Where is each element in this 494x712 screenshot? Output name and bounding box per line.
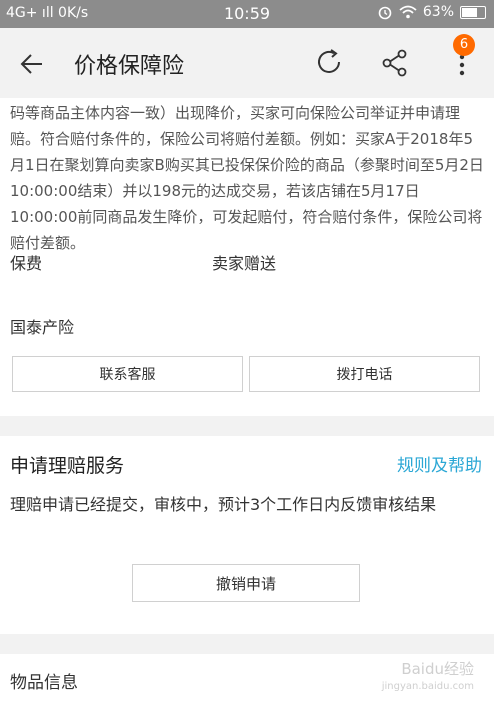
call-phone-button[interactable]: 拨打电话 [249,356,480,392]
notification-badge: 6 [453,34,475,56]
item-info-title: 物品信息 [10,673,78,693]
insurance-info-card: 码等商品主体内容一致）出现降价，买家可向保险公司举证并申请理赔。符合赔付条件的，… [0,98,494,416]
wifi-icon [399,5,417,19]
fee-value: 卖家赠送 [212,254,277,273]
back-arrow-icon[interactable] [18,50,46,78]
battery-percent: 63% [422,4,454,20]
page-title: 价格保障险 [74,54,185,79]
insurance-description: 码等商品主体内容一致）出现降价，买家可向保险公司举证并申请理赔。符合赔付条件的，… [10,104,484,252]
watermark-brand: Baidu经验 [401,660,474,678]
share-icon[interactable] [380,48,410,78]
watermark-url: jingyan.baidu.com [381,681,474,692]
claim-section-title: 申请理赔服务 [10,455,125,477]
refresh-icon[interactable] [313,46,345,78]
contact-service-button[interactable]: 联系客服 [12,356,243,392]
status-bar: 4G+ ıll 0K/s 10:59 63% [0,0,494,28]
cancel-claim-button[interactable]: 撤销申请 [132,564,360,602]
insurer-name: 国泰产险 [10,318,75,337]
battery-icon [460,5,486,19]
claim-service-card: 申请理赔服务 规则及帮助 理赔申请已经提交，审核中，预计3个工作日内反馈审核结果… [0,436,494,634]
fee-label: 保费 [10,254,43,273]
nav-bar: 价格保障险 6 [0,28,494,98]
alarm-icon [378,6,392,20]
watermark: Baidu经验 jingyan.baidu.com [382,660,474,696]
rules-help-link[interactable]: 规则及帮助 [397,451,482,476]
status-icons: 63% [377,4,486,20]
claim-status-text: 理赔申请已经提交，审核中，预计3个工作日内反馈审核结果 [10,495,437,514]
